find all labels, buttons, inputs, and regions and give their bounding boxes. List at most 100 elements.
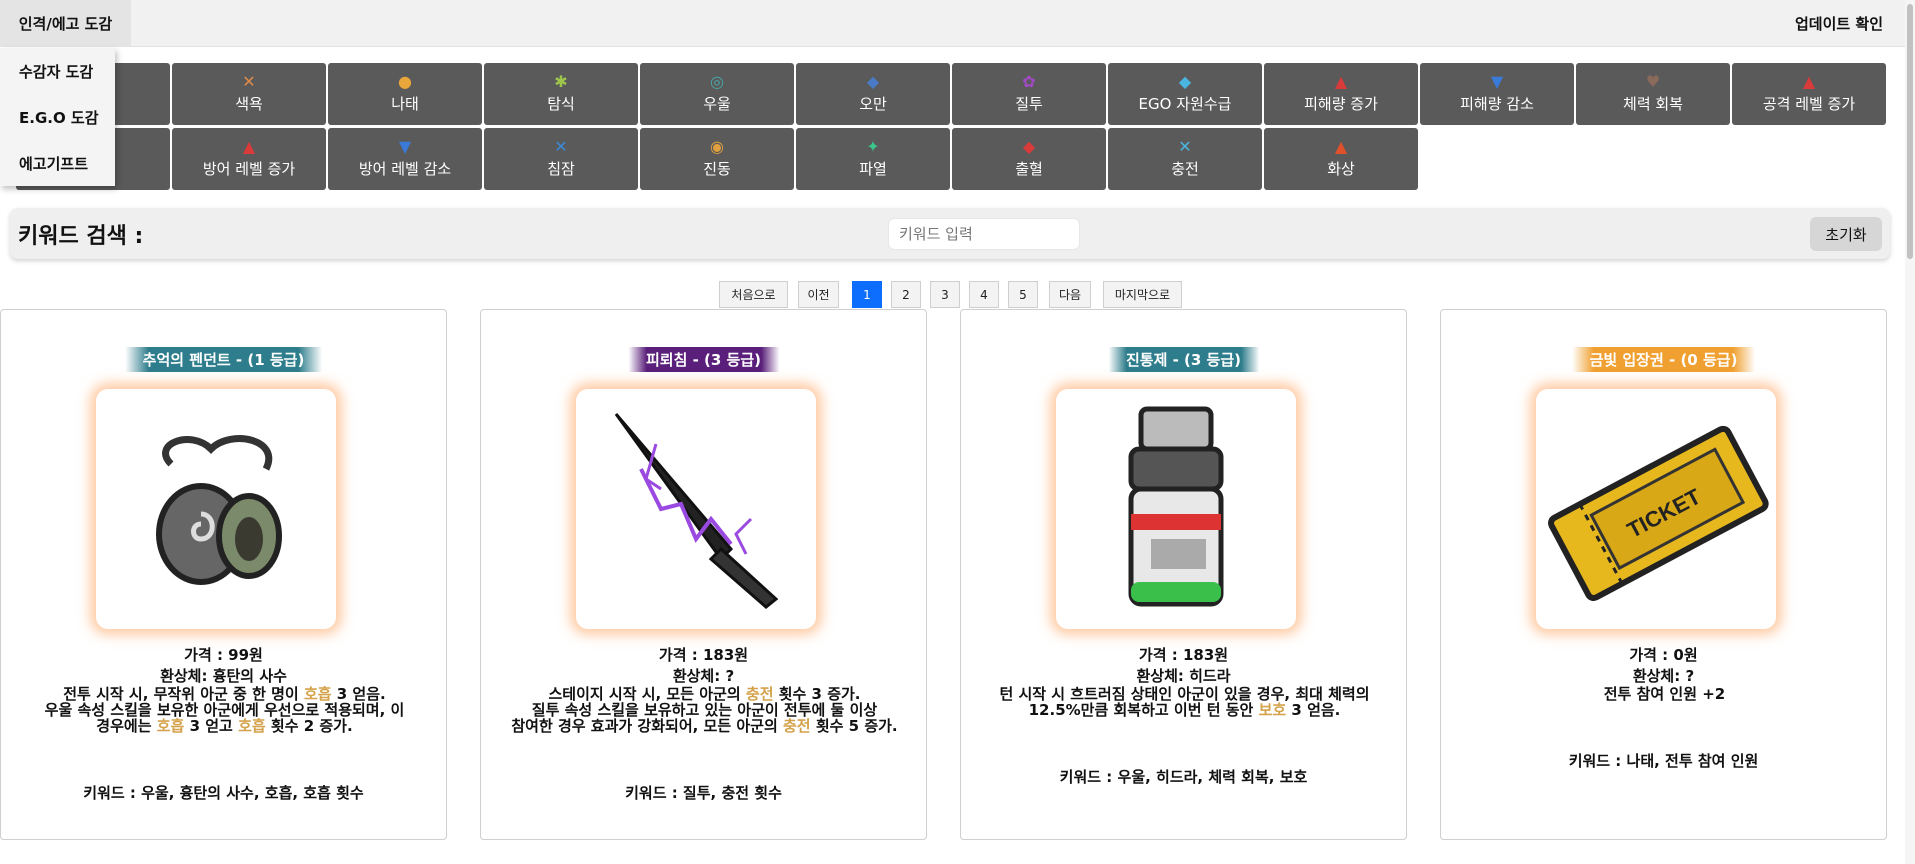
keyword-button[interactable]: ◉ 진동 [640,128,794,190]
keyword-label: 색욕 [235,95,263,113]
keyword-button[interactable]: ✦ 파열 [796,128,950,190]
card-abnormality: 환상체: ? [1632,667,1695,685]
keyword-icon: ▲ [1334,137,1348,156]
keyword-label: 파열 [859,160,887,178]
menu-dropdown: 수감자 도감 E.G.O 도감 에고기프트 [0,48,115,186]
card-price: 가격 : 0원 [1629,646,1698,664]
description-line: 스테이지 시작 시, 모든 아군의 충전 횟수 3 증가. [491,686,918,702]
page-next-button[interactable]: 다음 [1049,281,1091,308]
bottle-icon [1056,389,1296,629]
highlight-keyword: 충전 [783,717,811,735]
description-line: 전투 참여 인원 +2 [1451,686,1878,702]
scrollbar-thumb[interactable] [1907,4,1913,259]
keyword-icon: ✦ [866,137,880,156]
card-abnormality: 환상체: 흉탄의 사수 [160,667,287,685]
description-text: 3 얻음. [1286,701,1341,719]
description-line: 참여한 경우 효과가 강화되어, 모든 아군의 충전 횟수 5 증가. [491,718,918,734]
page-first-button[interactable]: 처음으로 [719,281,788,308]
keyword-label: 충전 [1171,160,1199,178]
keyword-icon: ✿ [1022,72,1036,91]
keyword-search-input[interactable] [888,218,1080,250]
update-check-button[interactable]: 업데이트 확인 [1795,0,1883,47]
keyword-icon: ✕ [554,137,568,156]
keyword-label: 질투 [1015,95,1043,113]
keyword-button[interactable]: ▲ 피해량 증가 [1264,63,1418,125]
card-abnormality: 환상체: 히드라 [1136,667,1231,685]
page-last-button[interactable]: 마지막으로 [1103,281,1182,308]
description-text: 횟수 5 증가. [810,717,898,735]
keyword-label: 오만 [859,95,887,113]
keyword-button[interactable]: ● 나태 [328,63,482,125]
page-button-5[interactable]: 5 [1008,281,1038,308]
ego-gift-card[interactable]: 금빛 입장권 - (0 등급) TICKET 가격 : 0원 환상체: ? 전투 참여 … [1440,309,1887,840]
page-prev-button[interactable]: 이전 [798,281,839,308]
keyword-label: 공격 레벨 증가 [1762,95,1856,113]
keyword-label: EGO 자원수급 [1138,95,1232,113]
card-title: 추억의 펜던트 - (1 등급) [124,347,323,372]
keyword-icon: ◆ [1022,137,1036,156]
page-button-1[interactable]: 1 [852,281,882,308]
keyword-label: 출혈 [1015,160,1043,178]
description-text: 3 얻고 [184,717,239,735]
keyword-button[interactable]: ◆ 오만 [796,63,950,125]
page-button-3[interactable]: 3 [930,281,960,308]
keyword-icon: ✕ [1178,137,1192,156]
scrollbar[interactable] [1905,0,1915,864]
description-line: 질투 속성 스킬을 보유하고 있는 아군이 전투에 둘 이상 [491,702,918,718]
keyword-button[interactable]: ✱ 탐식 [484,63,638,125]
menu-button[interactable]: 인격/에고 도감 [0,0,131,47]
keyword-icon: ▲ [1334,72,1348,91]
keyword-label: 체력 회복 [1623,95,1683,113]
description-line: 경우에는 호흡 3 얻고 호흡 횟수 2 증가. [11,718,438,734]
page-button-4[interactable]: 4 [969,281,999,308]
card-keywords: 키워드 : 질투, 충전 횟수 [625,784,782,802]
keyword-button[interactable]: ▲ 화상 [1264,128,1418,190]
keyword-button[interactable]: ▼ 피해량 감소 [1420,63,1574,125]
card-keywords: 키워드 : 나태, 전투 참여 인원 [1568,752,1759,770]
keyword-label: 탐식 [547,95,575,113]
keyword-label: 피해량 감소 [1460,95,1534,113]
ego-gift-card[interactable]: 추억의 펜던트 - (1 등급) 가격 : 99원 환상체: 흉탄의 사수 전투 시작… [0,309,447,840]
description-text: 12.5%만큼 회복하고 이번 턴 동안 [1028,701,1259,719]
keyword-label: 침잠 [547,160,575,178]
rod-icon [576,389,816,629]
ego-gift-card[interactable]: 피뢰침 - (3 등급) 가격 : 183원 환상체: ? 스테이지 시작 시, 모든… [480,309,927,840]
description-line: 우울 속성 스킬을 보유한 아군에게 우선으로 적용되며, 이 [11,702,438,718]
page-button-2[interactable]: 2 [891,281,921,308]
highlight-keyword: 호흡 [156,717,185,735]
keyword-button[interactable]: ▲ 방어 레벨 증가 [172,128,326,190]
keyword-button[interactable]: ✕ 침잠 [484,128,638,190]
dropdown-item-ego[interactable]: E.G.O 도감 [0,94,115,140]
keyword-button[interactable]: ✕ 색욕 [172,63,326,125]
description-text: 횟수 2 증가. [265,717,353,735]
card-price: 가격 : 183원 [658,646,749,664]
reset-button[interactable]: 초기화 [1810,217,1882,251]
keyword-label: 피해량 증가 [1304,95,1378,113]
keyword-button[interactable]: ▲ 공격 레벨 증가 [1732,63,1886,125]
keyword-button[interactable]: ✕ 충전 [1108,128,1262,190]
keyword-search-bar: 키워드 검색 : 초기화 [10,208,1890,259]
card-title: 진통제 - (3 등급) [1107,347,1260,372]
card-title: 피뢰침 - (3 등급) [627,347,780,372]
keyword-button[interactable]: ✿ 질투 [952,63,1106,125]
keyword-button[interactable]: ◎ 우울 [640,63,794,125]
card-description: 스테이지 시작 시, 모든 아군의 충전 횟수 3 증가. 질투 속성 스킬을 보… [491,686,918,734]
highlight-keyword: 호흡 [238,717,266,735]
keyword-icon: ◆ [866,72,880,91]
keyword-label: 우울 [703,95,731,113]
keyword-label: 나태 [391,95,419,113]
keyword-icon: ▼ [398,137,412,156]
keyword-icon: ✱ [554,72,568,91]
ego-gift-card[interactable]: 진통제 - (3 등급) 가격 : 183원 환상체: 히드라 턴 시작 시 흐트러짐… [960,309,1407,840]
keyword-button[interactable]: ◆ EGO 자원수급 [1108,63,1262,125]
keyword-button[interactable]: ▼ 방어 레벨 감소 [328,128,482,190]
dropdown-item-ego-gift[interactable]: 에고기프트 [0,140,115,186]
highlight-keyword: 보호 [1258,701,1287,719]
description-text: 경우에는 [96,717,157,735]
keyword-label: 진동 [703,160,731,178]
card-price: 가격 : 183원 [1138,646,1229,664]
keyword-icon: ◉ [710,137,724,156]
dropdown-item-prisoner[interactable]: 수감자 도감 [0,48,115,94]
keyword-button[interactable]: ♥ 체력 회복 [1576,63,1730,125]
keyword-button[interactable]: ◆ 출혈 [952,128,1106,190]
